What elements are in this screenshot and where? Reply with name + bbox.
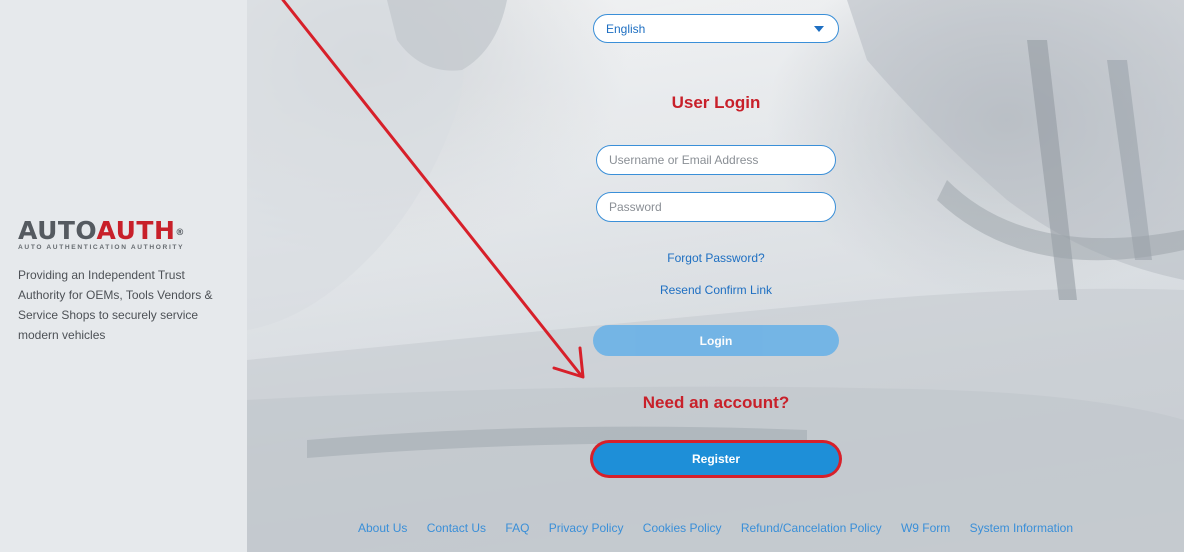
logo-subtitle: AUTO AUTHENTICATION AUTHORITY	[18, 244, 185, 251]
language-select-value: English	[606, 21, 646, 36]
footer-link-system-information[interactable]: System Information	[970, 521, 1073, 535]
footer-link-about-us[interactable]: About Us	[358, 521, 407, 535]
footer-links: About Us Contact Us FAQ Privacy Policy C…	[247, 521, 1184, 535]
tagline: Providing an Independent Trust Authority…	[18, 268, 213, 342]
footer-link-w9-form[interactable]: W9 Form	[901, 521, 950, 535]
footer-link-privacy-policy[interactable]: Privacy Policy	[549, 521, 624, 535]
logo-registered-mark: ®	[175, 228, 185, 238]
logo-auto-text: AUTO	[18, 216, 97, 245]
autoauth-logo: AUTOAUTH® AUTO AUTHENTICATION AUTHORITY	[18, 216, 233, 252]
logo-auth-text: AUTH	[96, 216, 176, 245]
register-button[interactable]: Register	[593, 443, 839, 475]
username-input[interactable]	[596, 145, 836, 175]
chevron-down-icon	[814, 25, 824, 32]
footer-link-refund-policy[interactable]: Refund/Cancelation Policy	[741, 521, 882, 535]
footer-link-faq[interactable]: FAQ	[505, 521, 529, 535]
sidebar: AUTOAUTH® AUTO AUTHENTICATION AUTHORITY …	[0, 0, 247, 552]
forgot-password-link[interactable]: Forgot Password?	[593, 251, 839, 265]
password-input[interactable]	[596, 192, 836, 222]
resend-confirm-link[interactable]: Resend Confirm Link	[593, 283, 839, 297]
user-login-title: User Login	[671, 93, 761, 112]
need-account-title: Need an account?	[642, 393, 790, 412]
language-select[interactable]: English	[593, 14, 839, 43]
footer-link-cookies-policy[interactable]: Cookies Policy	[643, 521, 722, 535]
login-button[interactable]: Login	[593, 325, 839, 356]
footer-link-contact-us[interactable]: Contact Us	[427, 521, 486, 535]
